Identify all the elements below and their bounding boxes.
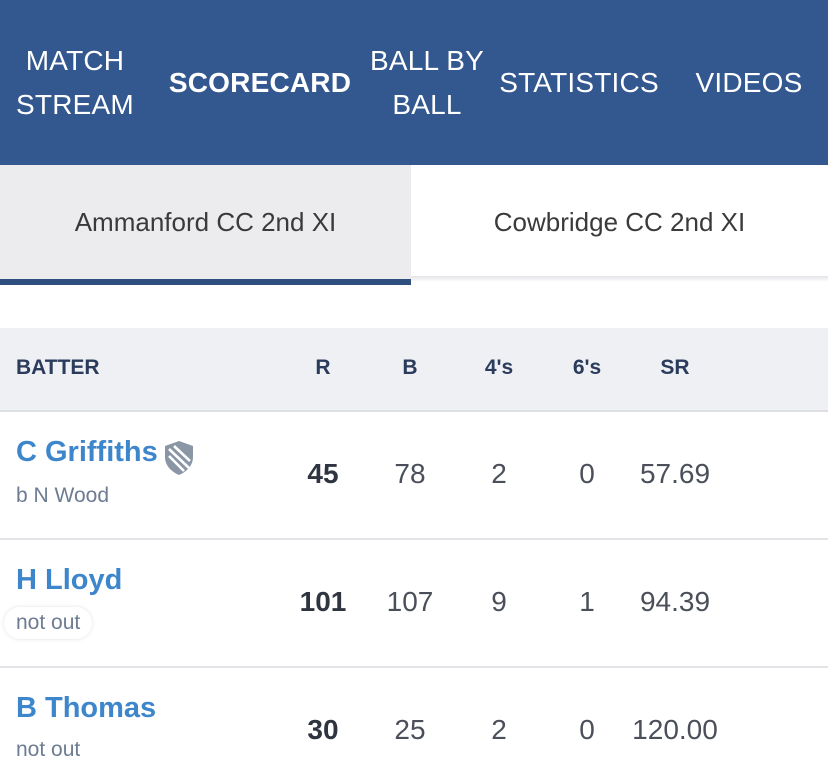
- tab-home-team[interactable]: Ammanford CC 2nd XI: [0, 165, 411, 280]
- shield-icon: [165, 441, 193, 475]
- strike-rate-value: 57.69: [639, 458, 711, 489]
- nav-ball-by-ball[interactable]: BALL BY BALL: [362, 0, 492, 165]
- tab-divider: [411, 276, 828, 282]
- dismissal-text: not out: [4, 607, 93, 639]
- strike-rate-value: 120.00: [632, 714, 718, 745]
- fours-value: 2: [491, 714, 507, 745]
- table-row[interactable]: H Lloyd not out 101 107 9 1 94.39: [0, 540, 828, 668]
- header-balls: B: [402, 356, 418, 379]
- dismissal-text: not out: [16, 738, 81, 761]
- team-tabs: Ammanford CC 2nd XI Cowbridge CC 2nd XI: [0, 165, 828, 286]
- top-navigation: MATCH STREAM SCORECARD BALL BY BALL STAT…: [0, 0, 828, 165]
- nav-statistics[interactable]: STATISTICS: [499, 0, 658, 165]
- active-tab-indicator: [0, 279, 411, 285]
- sixes-value: 0: [579, 714, 595, 745]
- header-strike-rate: SR: [660, 356, 690, 379]
- sixes-value: 1: [579, 586, 595, 617]
- strike-rate-value: 94.39: [639, 586, 711, 617]
- balls-value: 78: [394, 458, 426, 489]
- balls-value: 107: [386, 586, 434, 617]
- header-fours: 4's: [484, 356, 514, 379]
- batter-name[interactable]: C Griffiths: [16, 436, 158, 469]
- tab-away-team[interactable]: Cowbridge CC 2nd XI: [411, 165, 828, 280]
- header-batter: BATTER: [16, 356, 100, 379]
- fours-value: 9: [491, 586, 507, 617]
- runs-value: 30: [307, 714, 339, 745]
- sixes-value: 0: [579, 458, 595, 489]
- table-row[interactable]: B Thomas not out 30 25 2 0 120.00: [0, 668, 828, 784]
- nav-videos[interactable]: VIDEOS: [690, 0, 808, 165]
- header-runs: R: [315, 356, 331, 379]
- balls-value: 25: [394, 714, 426, 745]
- runs-value: 101: [299, 586, 347, 617]
- fours-value: 2: [491, 458, 507, 489]
- batter-name[interactable]: B Thomas: [16, 692, 156, 725]
- header-sixes: 6's: [572, 356, 602, 379]
- nav-match-stream[interactable]: MATCH STREAM: [10, 0, 140, 165]
- dismissal-text: b N Wood: [16, 484, 109, 507]
- runs-value: 45: [307, 458, 339, 489]
- batter-name[interactable]: H Lloyd: [16, 564, 122, 597]
- table-row[interactable]: C Griffiths b N Wood 45 78 2 0 57.69: [0, 412, 828, 540]
- nav-scorecard[interactable]: SCORECARD: [169, 0, 351, 165]
- batting-table-header: BATTER R B 4's 6's SR: [0, 328, 828, 412]
